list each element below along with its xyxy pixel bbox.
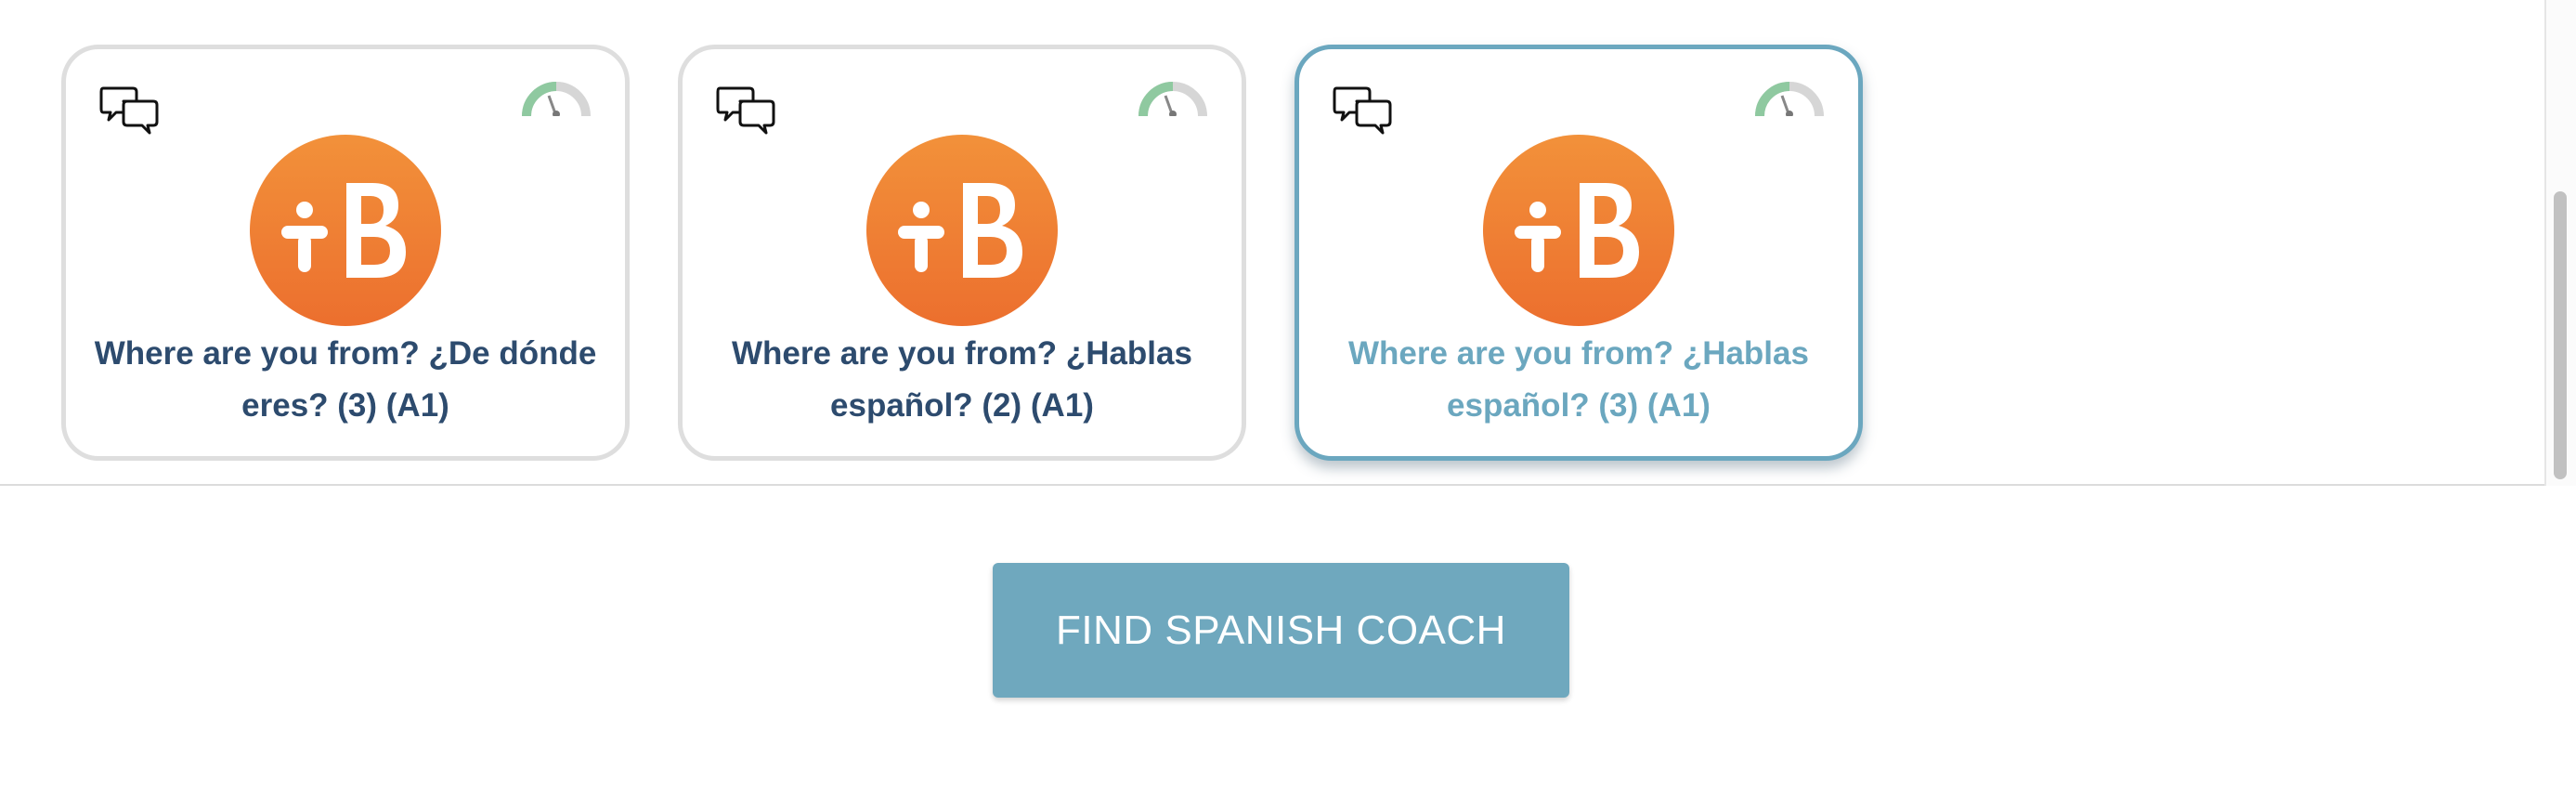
difficulty-gauge-icon: [1755, 82, 1824, 116]
babbel-logo: [1483, 135, 1674, 326]
chat-bubbles-icon: [99, 86, 159, 135]
lesson-card[interactable]: Where are you from? ¿De dónde eres? (3) …: [61, 45, 630, 461]
find-spanish-coach-button[interactable]: FIND SPANISH COACH: [993, 563, 1569, 698]
babbel-logo: [866, 135, 1058, 326]
lesson-card[interactable]: Where are you from? ¿Hablas español? (2)…: [678, 45, 1246, 461]
difficulty-gauge-icon: [522, 82, 591, 116]
lesson-title: Where are you from? ¿Hablas español? (3)…: [1348, 335, 1809, 424]
scrollbar-thumb[interactable]: [2554, 191, 2567, 479]
lesson-card-selected[interactable]: Where are you from? ¿Hablas español? (3)…: [1295, 45, 1863, 461]
lesson-title: Where are you from? ¿De dónde eres? (3) …: [94, 335, 597, 424]
vertical-scrollbar[interactable]: [2544, 0, 2576, 486]
chat-bubbles-icon: [716, 86, 775, 135]
lesson-card-panel: Where are you from? ¿De dónde eres? (3) …: [0, 0, 2576, 486]
chat-bubbles-icon: [1333, 86, 1392, 135]
babbel-logo: [250, 135, 441, 326]
lesson-title: Where are you from? ¿Hablas español? (2)…: [732, 335, 1192, 424]
difficulty-gauge-icon: [1138, 82, 1207, 116]
